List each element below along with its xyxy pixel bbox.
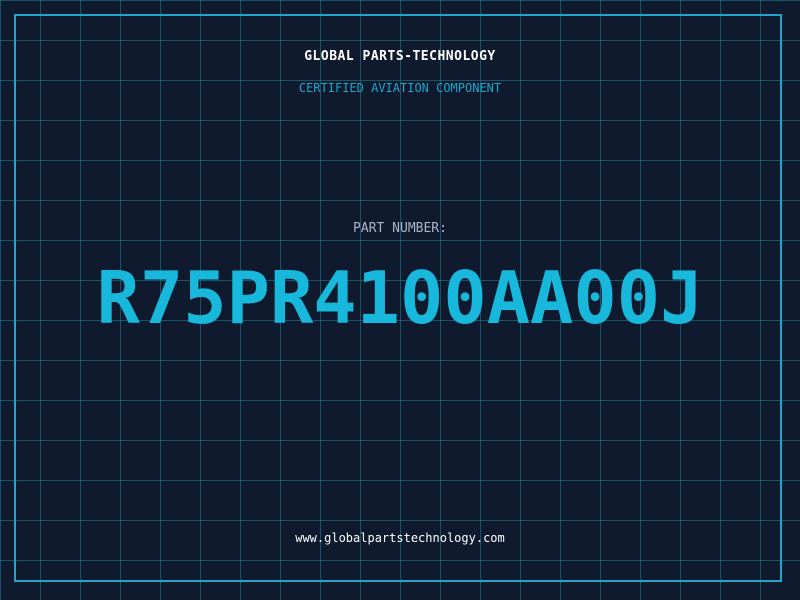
part-number-label: PART NUMBER: [353,221,447,236]
website-url: www.globalpartstechnology.com [295,531,505,545]
part-number-value: R75PR4100AA00J [96,256,704,340]
company-name: GLOBAL PARTS-TECHNOLOGY [304,49,496,64]
label-canvas: GLOBAL PARTS-TECHNOLOGY CERTIFIED AVIATI… [0,0,800,600]
company-tagline: CERTIFIED AVIATION COMPONENT [298,81,502,95]
